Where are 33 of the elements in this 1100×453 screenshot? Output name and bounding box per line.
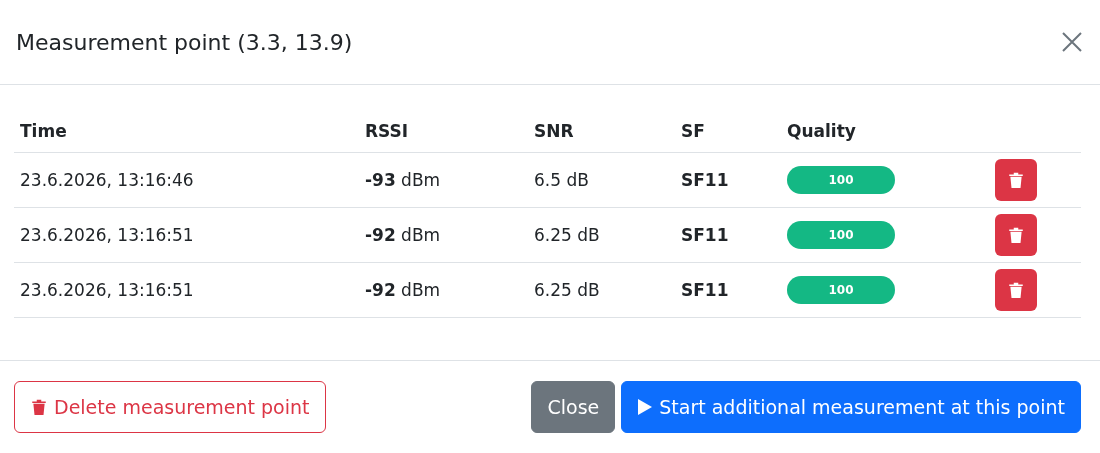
rssi-cell: -92 dBm (365, 280, 441, 300)
quality-fill: 100 (787, 276, 895, 304)
trash-icon (1007, 226, 1025, 244)
play-icon (637, 398, 654, 416)
trash-icon (1007, 281, 1025, 299)
delete-button[interactable] (995, 269, 1037, 311)
column-header: SNR (534, 120, 574, 141)
column-header: Quality (787, 120, 856, 141)
start-measurement-button[interactable]: Start additional measurement at this point (621, 381, 1081, 433)
delete-button[interactable] (995, 159, 1037, 201)
sf-cell: SF11 (681, 170, 729, 190)
column-header: Time (20, 120, 67, 141)
dialog-title: Measurement point (3.3, 13.9) (16, 29, 353, 55)
trash-icon (30, 398, 48, 416)
sf-cell: SF11 (681, 225, 729, 245)
sf-cell: SF11 (681, 280, 729, 300)
time-cell: 23.6.2026, 13:16:51 (20, 280, 194, 300)
snr-cell: 6.5 dB (534, 170, 589, 190)
quality-fill: 100 (787, 221, 895, 249)
close-icon[interactable] (1060, 30, 1084, 54)
time-cell: 23.6.2026, 13:16:46 (20, 170, 194, 190)
rssi-cell: -93 dBm (365, 170, 441, 190)
quality-fill: 100 (787, 166, 895, 194)
column-header: RSSI (365, 120, 409, 141)
delete-button[interactable] (995, 214, 1037, 256)
trash-icon (1007, 171, 1025, 189)
snr-cell: 6.25 dB (534, 280, 600, 300)
snr-cell: 6.25 dB (534, 225, 600, 245)
rssi-cell: -92 dBm (365, 225, 441, 245)
column-header: SF (681, 120, 705, 141)
time-cell: 23.6.2026, 13:16:51 (20, 225, 194, 245)
delete-point-button[interactable]: Delete measurement point (14, 381, 326, 433)
close-button[interactable]: Close (531, 381, 616, 433)
